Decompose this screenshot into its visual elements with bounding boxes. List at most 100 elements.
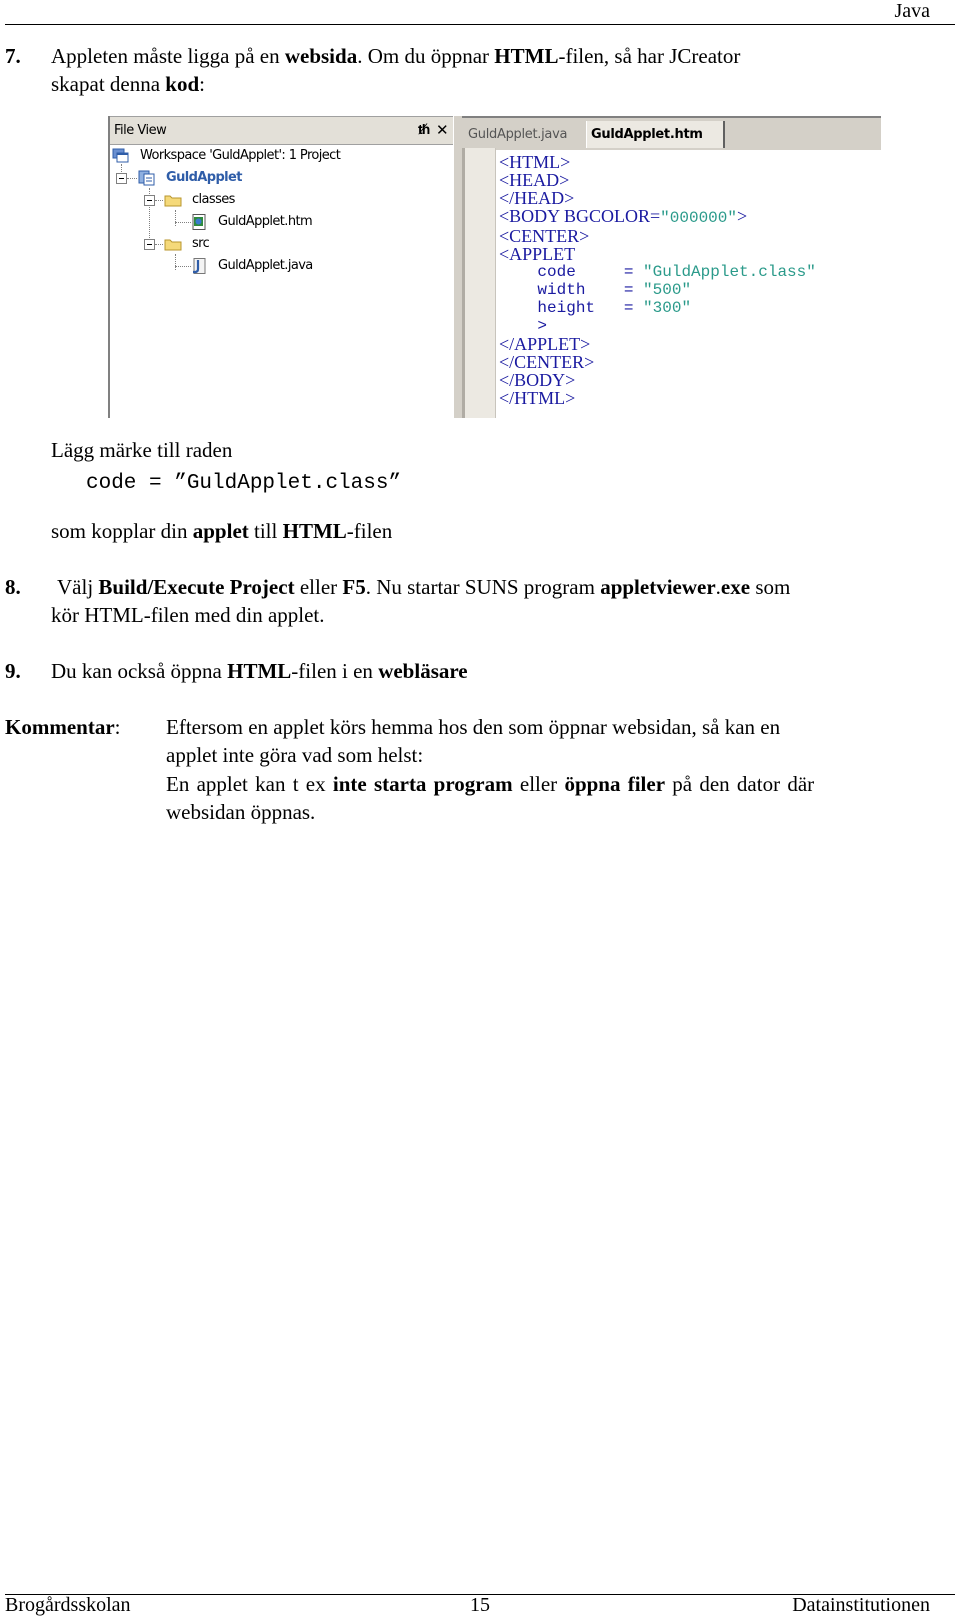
code-line: <HEAD>: [499, 170, 570, 190]
text: som: [750, 575, 791, 599]
bold-text: HTML: [282, 519, 347, 543]
bold-text: appletviewer: [600, 575, 716, 599]
editor-gutter: [462, 148, 496, 418]
step-9-number: 9.: [5, 657, 21, 685]
step-8-number: 8.: [5, 573, 21, 601]
tree-label: GuldApplet: [166, 170, 242, 185]
step-7-line-1: Appleten måste ligga på en websida. Om d…: [51, 42, 740, 70]
text: -filen, så har JCreator: [558, 44, 741, 68]
code-tag: >: [736, 206, 748, 226]
bold-text: websida: [284, 44, 358, 68]
comment-label: Kommentar:: [5, 713, 120, 741]
code-line: width = "500": [499, 281, 816, 299]
inline-code-line: code = ”GuldApplet.class”: [86, 472, 402, 495]
bold-text: inte starta program: [332, 772, 513, 796]
comment-line-1: Eftersom en applet körs hemma hos den so…: [166, 715, 781, 739]
text: som kopplar din: [51, 519, 193, 543]
step-7-line-2: skapat denna kod:: [51, 70, 205, 98]
file-view-header: File View ᵺ ✕: [110, 116, 455, 145]
comment-line-2: applet inte göra vad som helst:: [166, 743, 424, 767]
bold-text: öppna filer: [564, 772, 666, 796]
tree-label: Workspace 'GuldApplet': 1 Project: [140, 148, 341, 163]
step-number: 7.: [5, 44, 21, 68]
code-line: </APPLET>: [499, 334, 591, 354]
tree-connector: [175, 210, 176, 226]
project-icon: [138, 170, 155, 186]
footer-department: Datainstitutionen: [792, 1594, 930, 1616]
code-tag: <BODY BGCOLOR=: [499, 206, 661, 226]
tab-guldapplet-htm[interactable]: GuldApplet.htm: [586, 121, 725, 148]
editor-tab-bar: GuldApplet.java GuldApplet.htm: [462, 116, 881, 150]
bold-text: HTML: [227, 659, 292, 683]
comment-line-4: websidan öppnas.: [166, 800, 316, 824]
bold-text: Kommentar: [5, 715, 115, 739]
html-file-icon: [192, 214, 206, 230]
text: En applet kan t ex: [166, 772, 333, 796]
text: skapat denna: [51, 72, 166, 96]
collapse-toggle[interactable]: [116, 173, 127, 184]
tree-connector: [155, 244, 163, 245]
text: -filen i en: [291, 659, 379, 683]
bold-text: F5: [342, 575, 366, 599]
code-string: "GuldApplet.class": [643, 263, 816, 281]
text: . Om du öppnar: [357, 44, 495, 68]
folder-icon: [164, 239, 182, 251]
code-string: "300": [643, 299, 692, 317]
file-view-panel: File View ᵺ ✕ Workspace 'GuldApplet': 1 …: [108, 116, 455, 418]
text: eller: [512, 772, 565, 796]
tree-label: GuldApplet.htm: [218, 214, 313, 229]
code-line: <APPLET: [499, 244, 576, 264]
text: Välj: [57, 575, 99, 599]
code-editor: GuldApplet.java GuldApplet.htm <HTML> <HE…: [462, 116, 881, 418]
note-after: som kopplar din applet till HTML-filen: [51, 517, 392, 545]
code-line: </HEAD>: [499, 188, 575, 208]
code-line: >: [499, 317, 548, 335]
step-8-line-1: Välj Build/Execute Project eller F5. Nu …: [57, 573, 790, 601]
code-line: </BODY>: [499, 370, 576, 390]
text: till: [248, 519, 283, 543]
code-line: code = "GuldApplet.class": [499, 263, 816, 281]
close-icon[interactable]: ✕: [436, 117, 449, 144]
code-line: <BODY BGCOLOR="000000">: [499, 207, 816, 227]
code-attr: code =: [499, 263, 644, 281]
folder-icon: [164, 195, 182, 207]
tree-connector: [155, 200, 163, 201]
tree-label: src: [192, 236, 210, 251]
code-attr: height =: [499, 299, 644, 317]
workspace-icon: [112, 148, 129, 163]
bold-text: exe: [720, 575, 751, 599]
text: . Nu startar SUNS program: [365, 575, 601, 599]
step-number: 8.: [5, 575, 21, 599]
collapse-toggle[interactable]: [144, 195, 155, 206]
tree-connector: [127, 178, 137, 179]
file-view-title: File View: [114, 123, 167, 138]
tree-label: classes: [192, 192, 235, 207]
tree-connector: [175, 222, 191, 223]
step-7-number: 7.: [5, 42, 21, 70]
step-number: 9.: [5, 659, 21, 683]
tab-guldapplet-java[interactable]: GuldApplet.java: [464, 121, 571, 148]
pin-icon[interactable]: ᵺ: [418, 117, 430, 144]
header-title: Java: [894, 0, 930, 22]
text: Du kan också öppna: [51, 659, 228, 683]
bold-text: Build/Execute Project: [98, 575, 295, 599]
code-string: "500": [643, 281, 692, 299]
header-rule: [5, 24, 955, 25]
code-content[interactable]: <HTML> <HEAD> </HEAD> <BODY BGCOLOR="000000…: [499, 153, 816, 407]
code-string: "000000": [660, 209, 737, 227]
bold-text: kod: [165, 72, 200, 96]
java-file-icon: [193, 258, 206, 274]
ide-screenshot: File View ᵺ ✕ Workspace 'GuldApplet': 1 …: [108, 116, 881, 418]
text: -filen: [346, 519, 393, 543]
note-intro: Lägg märke till raden: [51, 438, 233, 462]
code-line: </CENTER>: [499, 352, 595, 372]
bold-text: webläsare: [378, 659, 468, 683]
tree-label: GuldApplet.java: [218, 258, 313, 273]
page-number: 15: [470, 1594, 490, 1616]
text: på den dator där: [665, 772, 815, 796]
code-line: height = "300": [499, 299, 816, 317]
collapse-toggle[interactable]: [144, 239, 155, 250]
bold-text: HTML: [494, 44, 559, 68]
step-8-line-2: kör HTML-filen med din applet.: [51, 603, 325, 627]
bold-text: applet: [192, 519, 249, 543]
